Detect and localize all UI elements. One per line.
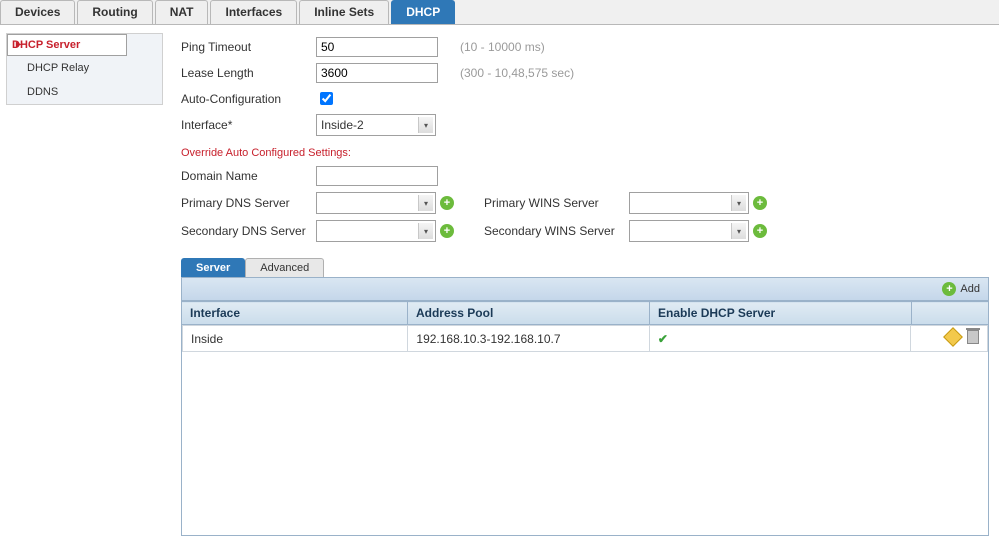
delete-icon[interactable] — [967, 330, 979, 344]
secondary-wins-select[interactable]: ▾ — [629, 220, 749, 242]
interface-select-value: Inside-2 — [321, 118, 364, 132]
main-tabs: Devices Routing NAT Interfaces Inline Se… — [0, 0, 999, 25]
lease-length-input[interactable] — [316, 63, 438, 83]
edit-icon[interactable] — [943, 327, 963, 347]
subtab-server[interactable]: Server — [181, 258, 245, 277]
sidebar-item-dhcp-server[interactable]: DHCP Server — [7, 34, 127, 56]
auto-config-checkbox[interactable] — [320, 92, 333, 105]
chevron-down-icon: ▾ — [418, 117, 433, 133]
secondary-wins-add-icon[interactable] — [753, 224, 767, 238]
tab-dhcp[interactable]: DHCP — [391, 0, 455, 24]
tab-nat[interactable]: NAT — [155, 0, 209, 24]
col-interface: Interface — [182, 302, 408, 325]
primary-wins-add-icon[interactable] — [753, 196, 767, 210]
auto-config-label: Auto-Configuration — [181, 92, 316, 106]
chevron-down-icon: ▾ — [418, 195, 433, 211]
primary-wins-select[interactable]: ▾ — [629, 192, 749, 214]
secondary-wins-label: Secondary WINS Server — [484, 224, 629, 238]
tab-routing[interactable]: Routing — [77, 0, 152, 24]
col-actions — [912, 302, 989, 325]
add-button[interactable]: Add — [942, 282, 980, 296]
col-address-pool: Address Pool — [407, 302, 649, 325]
chevron-down-icon: ▾ — [731, 223, 746, 239]
chevron-down-icon: ▾ — [418, 223, 433, 239]
dhcp-server-table: Interface Address Pool Enable DHCP Serve… — [181, 301, 989, 325]
primary-dns-add-icon[interactable] — [440, 196, 454, 210]
tab-inline-sets[interactable]: Inline Sets — [299, 0, 389, 24]
primary-dns-label: Primary DNS Server — [181, 196, 316, 210]
sidebar: DHCP Server DHCP Relay DDNS — [6, 33, 163, 105]
override-settings-heading: Override Auto Configured Settings: — [181, 146, 989, 160]
secondary-dns-select[interactable]: ▾ — [316, 220, 436, 242]
secondary-dns-add-icon[interactable] — [440, 224, 454, 238]
cell-enable: ✔ — [649, 326, 910, 352]
tab-devices[interactable]: Devices — [0, 0, 75, 24]
ping-timeout-label: Ping Timeout — [181, 40, 316, 54]
secondary-dns-label: Secondary DNS Server — [181, 224, 316, 238]
plus-icon — [942, 282, 956, 296]
interface-select[interactable]: Inside-2 ▾ — [316, 114, 436, 136]
add-button-label: Add — [960, 283, 980, 295]
sub-tabs: Server Advanced — [181, 258, 989, 277]
cell-interface: Inside — [183, 326, 408, 352]
check-icon: ✔ — [658, 332, 668, 346]
primary-wins-label: Primary WINS Server — [484, 196, 629, 210]
main-panel: Ping Timeout (10 - 10000 ms) Lease Lengt… — [163, 33, 999, 536]
sidebar-item-dhcp-relay[interactable]: DHCP Relay — [7, 56, 162, 80]
table-row[interactable]: Inside 192.168.10.3-192.168.10.7 ✔ — [183, 326, 988, 352]
lease-length-label: Lease Length — [181, 66, 316, 80]
primary-dns-select[interactable]: ▾ — [316, 192, 436, 214]
lease-length-hint: (300 - 10,48,575 sec) — [460, 66, 574, 80]
domain-name-input[interactable] — [316, 166, 438, 186]
domain-name-label: Domain Name — [181, 169, 316, 183]
sidebar-item-ddns[interactable]: DDNS — [7, 80, 162, 104]
ping-timeout-hint: (10 - 10000 ms) — [460, 40, 545, 54]
interface-label: Interface* — [181, 118, 316, 132]
cell-pool: 192.168.10.3-192.168.10.7 — [408, 326, 650, 352]
ping-timeout-input[interactable] — [316, 37, 438, 57]
server-toolbar: Add — [181, 277, 989, 301]
subtab-advanced[interactable]: Advanced — [245, 258, 324, 277]
col-enable: Enable DHCP Server — [650, 302, 912, 325]
tab-interfaces[interactable]: Interfaces — [210, 0, 297, 24]
chevron-down-icon: ▾ — [731, 195, 746, 211]
